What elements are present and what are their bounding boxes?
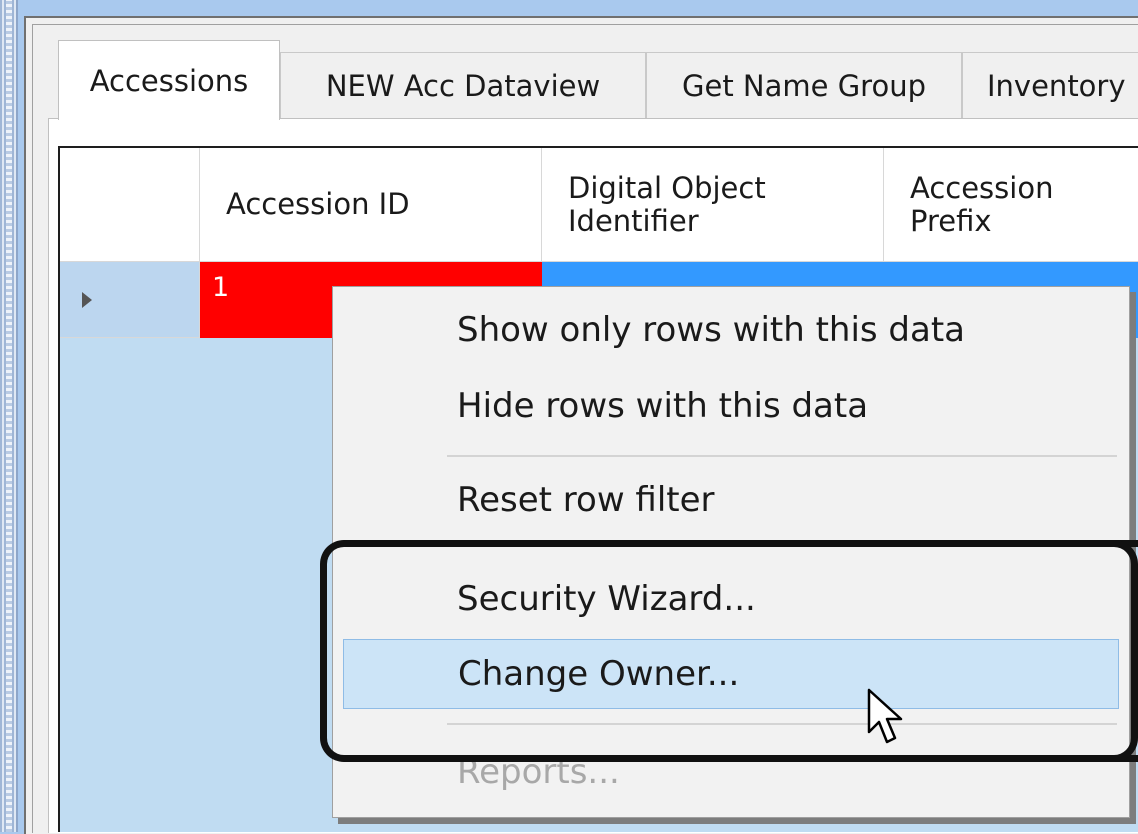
menu-separator: [447, 455, 1117, 457]
window-edge-grip: [0, 0, 18, 832]
menu-item-change-owner[interactable]: Change Owner...: [343, 639, 1119, 709]
column-header-label-line2: Identifier: [568, 203, 699, 238]
column-header-label-line1: Accession: [910, 171, 1054, 206]
column-header-label-line2: Prefix: [910, 203, 992, 238]
corner-header-cell[interactable]: [60, 148, 200, 262]
column-header-label: Accession ID: [226, 187, 410, 222]
row-header[interactable]: [60, 262, 200, 338]
tab-strip: Accessions NEW Acc Dataview Get Name Gro…: [58, 40, 1138, 122]
row-selector-arrow-icon: [82, 292, 92, 308]
tab-accessions[interactable]: Accessions: [58, 40, 280, 120]
menu-item-security-wizard[interactable]: Security Wizard...: [343, 564, 1119, 634]
grid-header-row: Accession ID Digital Object Identifier A…: [60, 148, 1138, 262]
column-header-accession-id[interactable]: Accession ID: [200, 148, 542, 262]
tab-new-acc-dataview[interactable]: NEW Acc Dataview: [280, 52, 646, 118]
column-header-accession-prefix[interactable]: Accession Prefix: [884, 148, 1138, 262]
menu-item-hide-rows[interactable]: Hide rows with this data: [343, 371, 1119, 441]
menu-item-reset-row-filter[interactable]: Reset row filter: [343, 465, 1119, 535]
column-header-digital-object-identifier[interactable]: Digital Object Identifier: [542, 148, 884, 262]
menu-separator: [447, 723, 1117, 725]
column-header-label-line1: Digital Object: [568, 171, 766, 206]
context-menu: Show only rows with this data Hide rows …: [332, 286, 1130, 818]
menu-item-reports: Reports...: [457, 752, 620, 792]
menu-item-show-only-rows[interactable]: Show only rows with this data: [343, 295, 1119, 365]
tab-get-name-group[interactable]: Get Name Group: [646, 52, 962, 118]
mouse-pointer-icon: [867, 688, 903, 744]
tab-inventory[interactable]: Inventory: [962, 52, 1138, 118]
